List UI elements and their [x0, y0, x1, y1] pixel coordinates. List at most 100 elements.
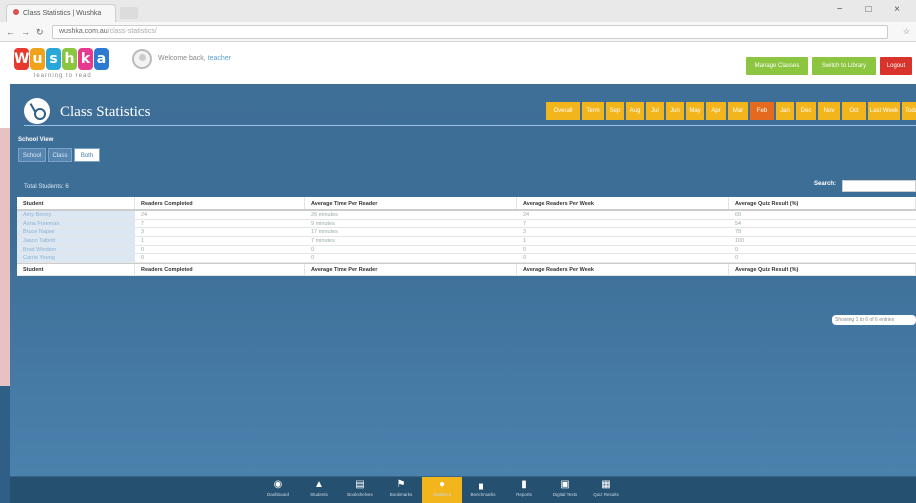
- column-header[interactable]: Average Readers Per Week: [517, 264, 729, 276]
- dock-item[interactable]: ▖ Benchmarks: [463, 477, 503, 503]
- dock-item[interactable]: ▲ Students: [299, 477, 339, 503]
- table-cell: 0: [141, 255, 145, 262]
- filter-tab[interactable]: Aug: [626, 102, 644, 120]
- column-header[interactable]: Student: [17, 264, 135, 276]
- main-content: Class Statistics Overall Term Sep Aug Jul Jun…: [10, 84, 916, 476]
- table-row: Bruce Napier 3 17 minutes 3 78: [17, 228, 916, 238]
- filter-tab[interactable]: Jun: [666, 102, 684, 120]
- column-header[interactable]: Readers Completed: [135, 197, 305, 209]
- address-bar: ←→↻ wushka.com.au/class-statistics/ ☆: [0, 22, 916, 42]
- dock-item-label: Digital Texts: [552, 492, 578, 497]
- view-school-button[interactable]: School: [18, 148, 46, 162]
- dock-item[interactable]: ⚑ Bookmarks: [381, 477, 421, 503]
- student-name-cell[interactable]: Amy Benny: [17, 211, 135, 219]
- browser-tab[interactable]: Class Statistics | Wushka: [6, 4, 116, 22]
- table-cell: 0: [311, 255, 315, 262]
- total-students-label: Total Students: 6: [24, 184, 69, 190]
- favicon-icon: [13, 9, 19, 15]
- dock-item[interactable]: ▤ Bookshelves: [340, 477, 380, 503]
- column-header[interactable]: Student: [17, 197, 135, 209]
- column-header[interactable]: Average Quiz Result (%): [729, 264, 916, 276]
- student-name-cell[interactable]: Jason Talbott: [17, 237, 135, 245]
- table-footer-row: Student Readers Completed Average Time Per…: [17, 263, 916, 277]
- title-divider: [24, 125, 916, 126]
- student-name-cell[interactable]: Bruce Napier: [17, 228, 135, 237]
- column-header[interactable]: Average Quiz Result (%): [729, 197, 916, 209]
- reload-icon[interactable]: ↻: [36, 27, 50, 37]
- column-header[interactable]: Average Time Per Reader: [305, 264, 517, 276]
- forward-icon[interactable]: →: [21, 27, 36, 37]
- filter-tab[interactable]: Today: [902, 102, 916, 120]
- table-cell: 7 minutes: [311, 238, 335, 245]
- url-field[interactable]: wushka.com.au/class-statistics/: [52, 25, 888, 39]
- statistics-title-icon: [24, 98, 50, 124]
- left-edge-panel: [0, 84, 10, 128]
- username-link[interactable]: teacher: [208, 55, 231, 62]
- browser-tab-bar: Class Statistics | Wushka − □ ×: [0, 0, 916, 22]
- filter-tab[interactable]: Feb: [750, 102, 774, 120]
- dock-item-label: Reports: [516, 492, 532, 497]
- student-name-cell[interactable]: Anna Freeman: [17, 219, 135, 228]
- avatar[interactable]: [132, 49, 152, 69]
- site-header: Wushka learning to read Welcome back, te…: [0, 42, 916, 84]
- logout-button[interactable]: Logout: [880, 57, 912, 75]
- dock-item-label: Bookshelves: [347, 492, 373, 497]
- new-tab-button[interactable]: [120, 7, 138, 19]
- filter-tab[interactable]: Apr: [706, 102, 726, 120]
- logo-letter: W: [14, 48, 29, 70]
- search-input[interactable]: [842, 180, 916, 192]
- table-cell: 17 minutes: [311, 229, 338, 236]
- quiz-results-icon: ▦: [601, 479, 611, 490]
- view-class-button[interactable]: Class: [48, 148, 72, 162]
- filter-tab[interactable]: Jan: [776, 102, 794, 120]
- dock-item-label: Dashboard: [266, 492, 289, 497]
- student-name-cell[interactable]: Carrie Young: [17, 254, 135, 263]
- table-cell: 24: [141, 212, 148, 218]
- student-name-cell[interactable]: Brad Windsor: [17, 245, 135, 254]
- nav-buttons[interactable]: ←→↻: [6, 27, 50, 38]
- dock-item-label: Bookmarks: [389, 492, 413, 497]
- dock-item[interactable]: ▦ Quiz Results: [586, 477, 626, 503]
- filter-tab[interactable]: Overall: [546, 102, 580, 120]
- switch-to-library-button[interactable]: Switch to Library: [812, 57, 876, 75]
- filter-tab[interactable]: Dec: [796, 102, 816, 120]
- dashboard-icon: ◉: [273, 479, 283, 490]
- table-cell: 54: [735, 220, 742, 227]
- left-side-strip: [0, 128, 10, 386]
- welcome-text: Welcome back,: [158, 55, 206, 62]
- table-cell: 1: [141, 238, 145, 245]
- logo-letter: u: [30, 48, 45, 70]
- dock-item[interactable]: ▮ Reports: [504, 477, 544, 503]
- dock-item[interactable]: ● Statistics: [422, 477, 462, 503]
- manage-classes-button[interactable]: Manage Classes: [746, 57, 808, 75]
- table-cell: 0: [141, 246, 145, 253]
- statistics-icon: ●: [438, 479, 446, 490]
- dock-item[interactable]: ▣ Digital Texts: [545, 477, 585, 503]
- filter-tab[interactable]: Last Week: [868, 102, 900, 120]
- logo-letter: k: [78, 48, 93, 70]
- table-cell: 0: [311, 246, 315, 253]
- table-cell: 3: [523, 229, 527, 236]
- filter-tab[interactable]: Nov: [818, 102, 840, 120]
- filter-tab[interactable]: Sep: [606, 102, 624, 120]
- column-header[interactable]: Average Readers Per Week: [517, 197, 729, 209]
- filter-tab[interactable]: Jul: [646, 102, 664, 120]
- column-header[interactable]: Readers Completed: [135, 264, 305, 276]
- filter-tab[interactable]: Mar: [728, 102, 748, 120]
- filter-tab[interactable]: Term: [582, 102, 604, 120]
- wushka-logo[interactable]: Wushka: [14, 48, 109, 72]
- back-icon[interactable]: ←: [6, 27, 21, 37]
- table-row: Jason Talbott 1 7 minutes 1 100: [17, 237, 916, 246]
- bookmark-star-icon[interactable]: ☆: [903, 27, 910, 36]
- window-controls[interactable]: − □ ×: [837, 4, 910, 15]
- filter-tab[interactable]: Oct: [842, 102, 866, 120]
- filter-tab[interactable]: May: [686, 102, 704, 120]
- table-cell: 3: [141, 229, 145, 236]
- column-header[interactable]: Average Time Per Reader: [305, 197, 517, 209]
- dock-item[interactable]: ◉ Dashboard: [258, 477, 298, 503]
- benchmarks-icon: ▖: [479, 479, 487, 490]
- view-both-button[interactable]: Both: [74, 148, 100, 162]
- table-row: Anna Freeman 7 9 minutes 7 54: [17, 219, 916, 229]
- table-cell: 100: [735, 238, 745, 245]
- table-cell: 0: [523, 255, 527, 262]
